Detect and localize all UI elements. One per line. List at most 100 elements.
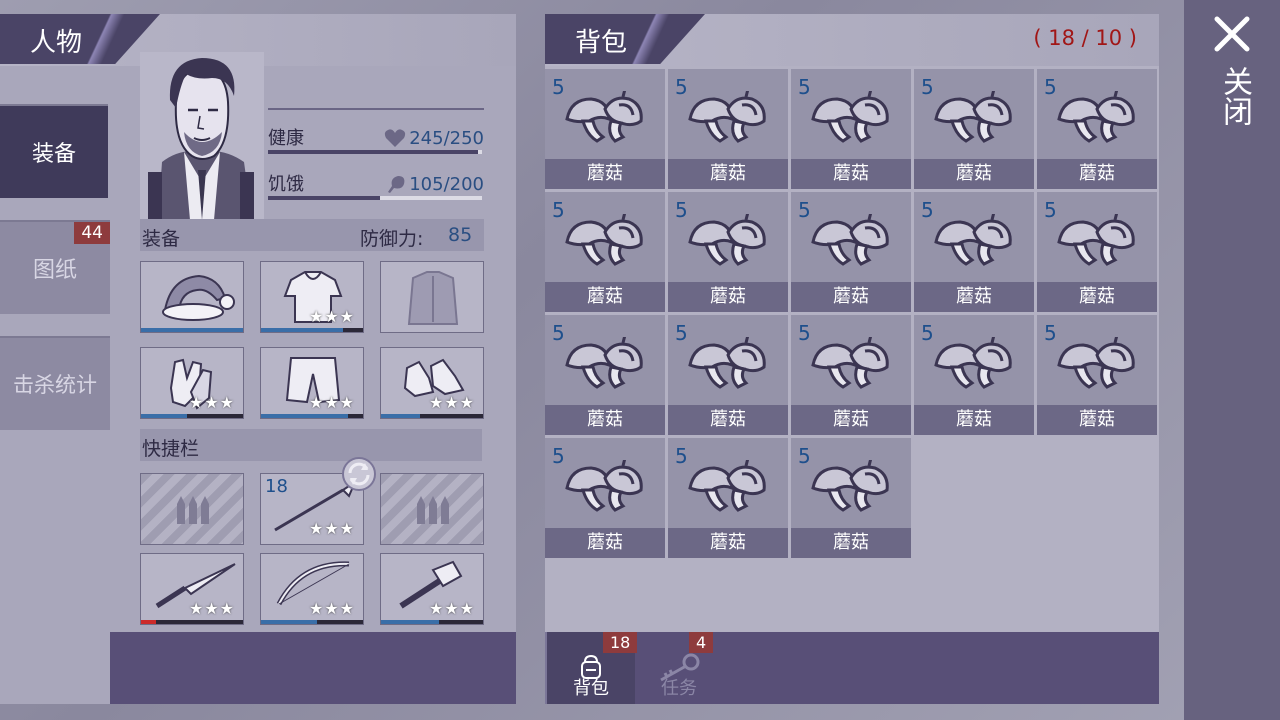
side-tab-kill-stats[interactable]: 击杀统计: [0, 336, 110, 430]
item-name: 蘑菇: [668, 159, 788, 189]
ammo-placeholder-icon: [417, 496, 449, 524]
mushroom-icon: [811, 460, 889, 512]
quickbar-slot-3[interactable]: [380, 473, 484, 545]
item-name: 蘑菇: [545, 282, 665, 312]
quickbar-slot-4[interactable]: ★★★: [140, 553, 244, 625]
quickbar-section-header: 快捷栏: [140, 429, 482, 461]
durability-bar: [381, 414, 483, 418]
item-name: 蘑菇: [668, 528, 788, 558]
backpack-slot[interactable]: 5 蘑菇: [791, 315, 911, 435]
item-name: 蘑菇: [1037, 282, 1157, 312]
backpack-slot[interactable]: 5 蘑菇: [668, 438, 788, 558]
quickbar-slot-6[interactable]: ★★★: [380, 553, 484, 625]
equip-slot-body[interactable]: ★★★: [260, 261, 364, 333]
backpack-slot[interactable]: 5 蘑菇: [668, 69, 788, 189]
backpack-slot[interactable]: 5 蘑菇: [791, 192, 911, 312]
backpack-header: 背包 ( 18 / 10 ): [545, 14, 1159, 66]
mushroom-icon: [934, 337, 1012, 389]
backpack-slot[interactable]: 5 蘑菇: [545, 69, 665, 189]
backpack-slot[interactable]: 5 蘑菇: [545, 192, 665, 312]
mushroom-icon: [934, 91, 1012, 143]
drumstick-icon: [388, 176, 405, 193]
durability-bar: [381, 620, 483, 624]
character-panel-footer: [110, 632, 516, 704]
item-name: 蘑菇: [791, 405, 911, 435]
santa-hat-icon: [162, 274, 235, 321]
mushroom-icon: [688, 214, 766, 266]
backpack-slot[interactable]: 5 蘑菇: [668, 192, 788, 312]
mushroom-icon: [565, 91, 643, 143]
durability-bar: [261, 620, 363, 624]
backpack-capacity: ( 18 / 10 ): [1033, 26, 1137, 50]
item-name: 蘑菇: [545, 405, 665, 435]
hunger-value: 105/200: [409, 174, 484, 195]
backpack-slot[interactable]: 5 蘑菇: [791, 69, 911, 189]
close-button[interactable]: 关闭: [1216, 66, 1252, 126]
mushroom-icon: [1057, 214, 1135, 266]
side-tab-blueprints[interactable]: 图纸 44: [0, 220, 110, 314]
backpack-slot[interactable]: 5 蘑菇: [791, 438, 911, 558]
blueprints-count-badge: 44: [74, 222, 110, 244]
character-panel-title: 人物: [30, 28, 83, 58]
heart-icon: [384, 129, 406, 147]
footer-tab-label: 任务: [661, 678, 697, 699]
character-portrait: [140, 52, 264, 220]
rarity-stars: ★★★: [308, 599, 355, 618]
item-name: 蘑菇: [668, 282, 788, 312]
side-tab-label: 图纸: [32, 258, 77, 283]
backpack-slot[interactable]: 5 蘑菇: [545, 315, 665, 435]
item-name: 蘑菇: [914, 405, 1034, 435]
equip-slot-outerwear[interactable]: [380, 261, 484, 333]
item-name: 蘑菇: [545, 159, 665, 189]
mushroom-icon: [688, 91, 766, 143]
mushroom-icon: [688, 337, 766, 389]
item-name: 蘑菇: [914, 282, 1034, 312]
rarity-stars: ★★★: [308, 393, 355, 412]
equip-slot-legs[interactable]: ★★★: [260, 347, 364, 419]
backpack-slot[interactable]: 5 蘑菇: [914, 192, 1034, 312]
footer-tab-quests[interactable]: 4 任务: [635, 632, 723, 704]
mushroom-icon: [811, 91, 889, 143]
mushroom-icon: [565, 337, 643, 389]
equip-slot-feet[interactable]: ★★★: [380, 347, 484, 419]
quickbar-slot-5[interactable]: ★★★: [260, 553, 364, 625]
mushroom-icon: [688, 460, 766, 512]
mushroom-icon: [1057, 91, 1135, 143]
side-tab-label: 击杀统计: [13, 373, 97, 397]
jacket-icon: [407, 271, 459, 325]
hunger-bar: [268, 196, 482, 200]
item-name: 蘑菇: [1037, 405, 1157, 435]
durability-bar: [141, 414, 243, 418]
rarity-stars: ★★★: [428, 599, 475, 618]
close-icon[interactable]: [1212, 14, 1252, 54]
side-tab-equipment[interactable]: 装备: [0, 104, 108, 198]
swap-icon[interactable]: [340, 455, 378, 493]
backpack-slot[interactable]: 5 蘑菇: [914, 69, 1034, 189]
backpack-slot[interactable]: 5 蘑菇: [1037, 69, 1157, 189]
item-name: 蘑菇: [791, 528, 911, 558]
equip-slot-hands[interactable]: ★★★: [140, 347, 244, 419]
quickbar-section-label: 快捷栏: [142, 438, 200, 460]
backpack-title: 背包: [575, 28, 628, 58]
backpack-slot[interactable]: 5 蘑菇: [1037, 192, 1157, 312]
mushroom-icon: [811, 337, 889, 389]
defense-value: 85: [448, 224, 473, 246]
quickbar-slot-1[interactable]: [140, 473, 244, 545]
backpack-slot[interactable]: 5 蘑菇: [1037, 315, 1157, 435]
footer-tab-backpack[interactable]: 18 背包: [545, 632, 638, 704]
durability-bar: [141, 328, 243, 332]
backpack-count-badge: 18: [603, 632, 638, 653]
item-name: 蘑菇: [1037, 159, 1157, 189]
quests-count-badge: 4: [689, 632, 714, 653]
backpack-slot[interactable]: 5 蘑菇: [914, 315, 1034, 435]
backpack-slot[interactable]: 5 蘑菇: [545, 438, 665, 558]
side-tab-label: 装备: [31, 142, 76, 167]
durability-bar: [261, 414, 363, 418]
mushroom-icon: [565, 460, 643, 512]
item-name: 蘑菇: [791, 282, 911, 312]
health-label: 健康: [268, 128, 304, 149]
equip-slot-head[interactable]: [140, 261, 244, 333]
rarity-stars: ★★★: [188, 393, 235, 412]
backpack-slot[interactable]: 5 蘑菇: [668, 315, 788, 435]
item-name: 蘑菇: [545, 528, 665, 558]
